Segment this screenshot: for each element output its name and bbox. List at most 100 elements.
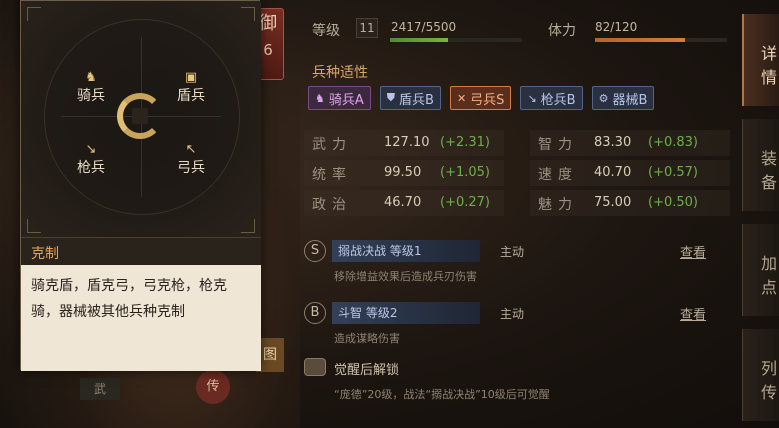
stat-value: 83.30 bbox=[594, 135, 632, 150]
skill-view-button[interactable]: 查看 bbox=[680, 304, 706, 323]
unit-shield-label: 盾兵 bbox=[177, 88, 205, 104]
cycle-center bbox=[132, 108, 148, 124]
stat-command: 统率 99.50 (+1.05) bbox=[304, 160, 504, 186]
level-value: 11 bbox=[356, 18, 378, 38]
troop-spear[interactable]: ↘ 枪兵B bbox=[520, 86, 583, 110]
skill-type: 主动 bbox=[500, 307, 525, 321]
tab-add-points[interactable]: 加点 bbox=[742, 224, 779, 316]
stat-value: 40.70 bbox=[594, 165, 632, 180]
stat-intelligence: 智力 83.30 (+0.83) bbox=[530, 130, 730, 156]
troop-aptitude-list: ♞ 骑兵A ⛊ 盾兵B ✕ 弓兵S ↘ 枪兵B ⚙ 器械B bbox=[308, 86, 655, 110]
level-stamina-row: 等级 11 2417/5500 体力 82/120 bbox=[290, 14, 740, 44]
unit-bow: ↖ 弓兵 bbox=[169, 143, 213, 177]
stat-bonus: (+2.31) bbox=[440, 135, 490, 150]
stat-name: 速度 bbox=[538, 167, 578, 183]
stat-charm: 魅力 75.00 (+0.50) bbox=[530, 190, 730, 216]
troop-cavalry-label: 骑兵A bbox=[328, 92, 364, 108]
stat-speed: 速度 40.70 (+0.57) bbox=[530, 160, 730, 186]
stamina-label: 体力 bbox=[548, 23, 576, 39]
shield-icon: ⛊ bbox=[386, 91, 396, 104]
troop-bow[interactable]: ✕ 弓兵S bbox=[449, 86, 512, 110]
horse-icon: ♞ bbox=[315, 91, 325, 105]
stamina-text: 82/120 bbox=[595, 20, 638, 34]
stat-politics: 政治 46.70 (+0.27) bbox=[304, 190, 504, 216]
bow-icon: ↖ bbox=[185, 142, 197, 157]
awaken-description: “庞德”20级，战法“搦战决战”10级后可觉醒 bbox=[334, 388, 550, 401]
stamina-bar bbox=[595, 38, 727, 42]
counter-diagram: ♞ 骑兵 ▣ 盾兵 ↘ 枪兵 ↖ 弓兵 bbox=[21, 1, 261, 237]
general-info-panel: 等级 11 2417/5500 体力 82/120 兵种适性 ♞ 骑兵A ⛊ 盾兵B… bbox=[290, 0, 740, 428]
stat-name: 统率 bbox=[312, 167, 352, 183]
troop-bow-label: 弓兵S bbox=[470, 92, 505, 108]
bottom-tag[interactable]: 武 bbox=[80, 378, 120, 400]
awaken-title: 觉醒后解锁 bbox=[334, 363, 400, 378]
counter-description: 骑克盾，盾克弓，弓克枪，枪克骑，器械被其他兵种克制 bbox=[21, 265, 261, 371]
gear-icon: ⚙ bbox=[598, 91, 609, 105]
skill-description: 移除增益效果后造成兵刃伤害 bbox=[334, 270, 477, 283]
spear-icon: ↘ bbox=[527, 91, 537, 105]
unit-cavalry: ♞ 骑兵 bbox=[69, 71, 113, 105]
stat-bonus: (+0.83) bbox=[648, 135, 698, 150]
stat-value: 75.00 bbox=[594, 195, 632, 210]
stat-name: 魅力 bbox=[538, 197, 578, 213]
unit-cavalry-label: 骑兵 bbox=[77, 88, 105, 104]
stat-bonus: (+0.57) bbox=[648, 165, 698, 180]
skill-grade-badge: B bbox=[304, 302, 326, 324]
skill-list: S 搦战决战 等级1 主动 查看 移除增益效果后造成兵刃伤害 B 斗智 等级2 … bbox=[304, 236, 730, 360]
skill-description: 造成谋略伤害 bbox=[334, 332, 400, 345]
unit-spear: ↘ 枪兵 bbox=[69, 143, 113, 177]
frame-corner bbox=[27, 219, 41, 233]
bottom-seal[interactable]: 传 bbox=[196, 370, 230, 404]
stat-name: 智力 bbox=[538, 137, 578, 153]
lock-icon bbox=[304, 358, 326, 376]
level-label: 等级 bbox=[312, 23, 340, 39]
stat-bonus: (+1.05) bbox=[440, 165, 490, 180]
troop-counter-popup: ♞ 骑兵 ▣ 盾兵 ↘ 枪兵 ↖ 弓兵 克制 骑克盾，盾克弓，弓克枪，枪克骑，器械被其他… bbox=[20, 0, 261, 371]
stat-row: 统率 99.50 (+1.05) 速度 40.70 (+0.57) bbox=[304, 158, 730, 188]
unit-shield: ▣ 盾兵 bbox=[169, 71, 213, 105]
frame-corner bbox=[241, 7, 255, 21]
exp-text: 2417/5500 bbox=[391, 20, 457, 34]
skill-type: 主动 bbox=[500, 245, 525, 259]
troop-aptitude-title: 兵种适性 bbox=[312, 65, 368, 81]
tab-details[interactable]: 详情 bbox=[742, 14, 779, 106]
stat-strength: 武力 127.10 (+2.31) bbox=[304, 130, 504, 156]
stat-row: 武力 127.10 (+2.31) 智力 83.30 (+0.83) bbox=[304, 128, 730, 158]
stat-row: 政治 46.70 (+0.27) 魅力 75.00 (+0.50) bbox=[304, 188, 730, 218]
stat-value: 127.10 bbox=[384, 135, 430, 150]
shield-icon: ▣ bbox=[184, 70, 198, 85]
frame-corner bbox=[241, 219, 255, 233]
awaken-section: 觉醒后解锁 “庞德”20级，战法“搦战决战”10级后可觉醒 bbox=[304, 356, 730, 406]
skill-item: B 斗智 等级2 主动 查看 造成谋略伤害 bbox=[304, 298, 730, 360]
stat-bonus: (+0.50) bbox=[648, 195, 698, 210]
troop-siege-label: 器械B bbox=[612, 92, 648, 108]
stat-name: 政治 bbox=[312, 197, 352, 213]
side-tabs: 详情 装备 加点 列传 bbox=[742, 14, 779, 428]
skill-item: S 搦战决战 等级1 主动 查看 移除增益效果后造成兵刃伤害 bbox=[304, 236, 730, 298]
troop-shield[interactable]: ⛊ 盾兵B bbox=[379, 86, 441, 110]
skill-name[interactable]: 斗智 等级2 bbox=[332, 302, 480, 324]
troop-siege[interactable]: ⚙ 器械B bbox=[591, 86, 655, 110]
skill-grade-badge: S bbox=[304, 240, 326, 262]
tab-biography[interactable]: 列传 bbox=[742, 329, 779, 421]
troop-spear-label: 枪兵B bbox=[540, 92, 576, 108]
troop-shield-label: 盾兵B bbox=[399, 92, 434, 108]
attribute-stats: 武力 127.10 (+2.31) 智力 83.30 (+0.83) 统率 99.50 (+… bbox=[304, 128, 730, 218]
stat-value: 46.70 bbox=[384, 195, 422, 210]
stat-name: 武力 bbox=[312, 137, 352, 153]
stamina-bar-fill bbox=[595, 38, 685, 42]
frame-corner bbox=[27, 7, 41, 21]
stat-bonus: (+0.27) bbox=[440, 195, 490, 210]
unit-bow-label: 弓兵 bbox=[177, 160, 205, 176]
skill-view-button[interactable]: 查看 bbox=[680, 242, 706, 261]
unit-spear-label: 枪兵 bbox=[77, 160, 105, 176]
tab-equipment[interactable]: 装备 bbox=[742, 119, 779, 211]
exp-bar-fill bbox=[390, 38, 449, 42]
stat-value: 99.50 bbox=[384, 165, 422, 180]
exp-bar bbox=[390, 38, 522, 42]
skill-name[interactable]: 搦战决战 等级1 bbox=[332, 240, 480, 262]
horse-icon: ♞ bbox=[85, 70, 97, 85]
bow-icon: ✕ bbox=[456, 91, 467, 105]
troop-cavalry[interactable]: ♞ 骑兵A bbox=[308, 86, 371, 110]
counter-title: 克制 bbox=[21, 237, 261, 265]
